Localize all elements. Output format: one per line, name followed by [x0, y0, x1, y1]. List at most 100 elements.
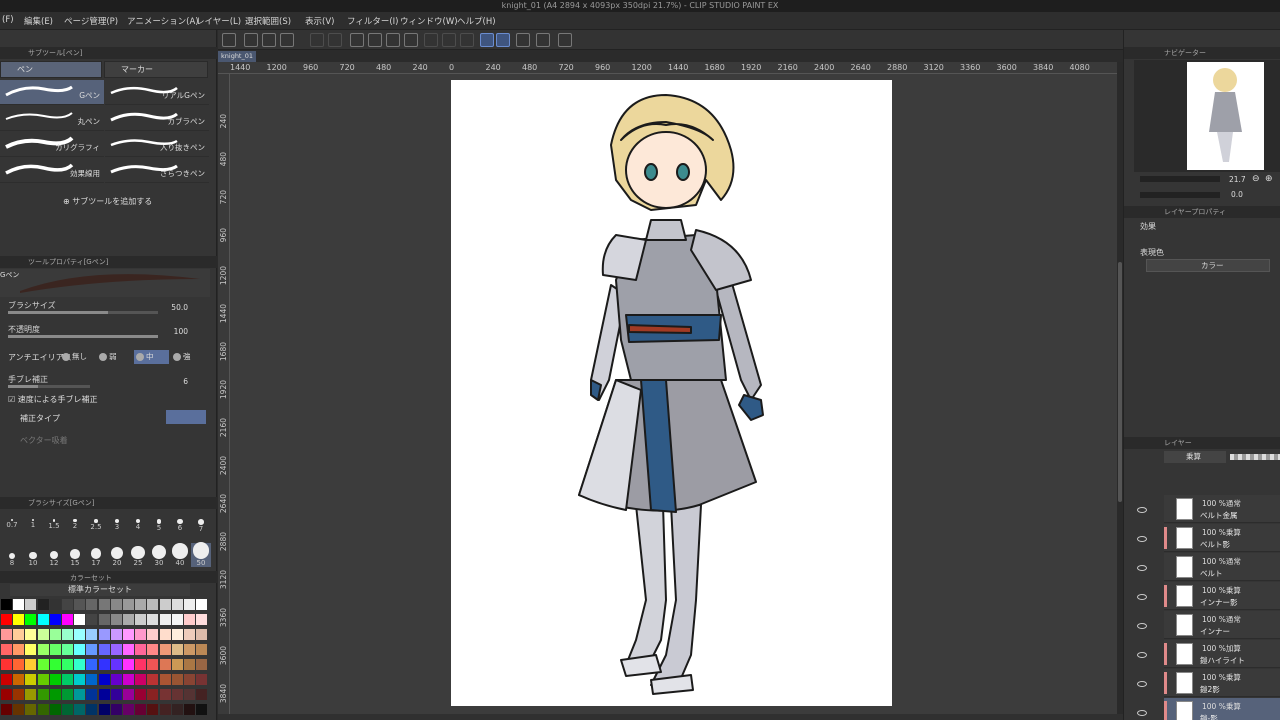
visibility-eye-icon[interactable] — [1137, 594, 1147, 600]
opacity-value[interactable]: 100 — [174, 327, 188, 336]
color-swatch[interactable] — [13, 644, 25, 655]
color-swatch[interactable] — [98, 599, 110, 610]
color-swatch[interactable] — [159, 599, 171, 610]
antialias-weak[interactable]: 弱 — [97, 350, 133, 364]
layer-row[interactable]: 100 %加算 鎧ハイライト — [1164, 640, 1280, 668]
visibility-eye-icon[interactable] — [1137, 565, 1147, 571]
color-swatch[interactable] — [74, 644, 86, 655]
speed-stabilization-checkbox[interactable]: ☑ 速度による手ブレ補正 — [8, 394, 97, 405]
color-swatch[interactable] — [147, 674, 159, 685]
color-swatch[interactable] — [196, 689, 208, 700]
color-swatch[interactable] — [171, 614, 183, 625]
color-swatch[interactable] — [25, 704, 37, 715]
color-swatch[interactable] — [123, 704, 134, 715]
color-swatch[interactable] — [184, 629, 195, 640]
vector-snap-label[interactable]: ベクター吸着 — [20, 435, 68, 446]
brush-size-preset[interactable]: 2.5 — [86, 515, 106, 531]
zoom-out-icon[interactable]: ⊖ — [1252, 174, 1260, 184]
color-swatch[interactable] — [171, 659, 183, 670]
assets-icon[interactable] — [558, 33, 572, 47]
color-swatch[interactable] — [98, 674, 110, 685]
save-icon[interactable] — [280, 33, 294, 47]
color-swatch[interactable] — [1, 599, 12, 610]
brush-size-preset[interactable]: 10 — [23, 543, 43, 567]
invert-selection-icon[interactable] — [442, 33, 456, 47]
color-swatch[interactable] — [171, 674, 183, 685]
undo-icon[interactable] — [310, 33, 324, 47]
color-swatch[interactable] — [98, 629, 110, 640]
color-swatch[interactable] — [147, 599, 159, 610]
color-swatch[interactable] — [62, 674, 73, 685]
menu-icon[interactable] — [222, 33, 236, 47]
tab-pen[interactable]: ペン — [0, 61, 102, 78]
opacity-row[interactable]: 不透明度 100 — [0, 324, 210, 346]
color-swatch[interactable] — [171, 644, 183, 655]
color-swatch[interactable] — [37, 689, 49, 700]
antialias-strong[interactable]: 強 — [171, 350, 207, 364]
color-swatch[interactable] — [25, 674, 37, 685]
color-swatch[interactable] — [74, 674, 86, 685]
color-swatch[interactable] — [49, 614, 61, 625]
color-swatch[interactable] — [13, 659, 25, 670]
color-swatch[interactable] — [86, 629, 98, 640]
expression-color-select[interactable]: カラー — [1146, 259, 1270, 272]
color-swatch[interactable] — [25, 644, 37, 655]
color-swatch[interactable] — [1, 629, 12, 640]
color-swatch[interactable] — [110, 599, 122, 610]
color-swatch[interactable] — [110, 659, 122, 670]
menu-animation[interactable]: アニメーション(A) — [127, 15, 199, 27]
loading-icon[interactable] — [350, 33, 364, 47]
tab-marker[interactable]: マーカー — [104, 61, 208, 78]
color-swatch[interactable] — [37, 599, 49, 610]
color-swatch[interactable] — [123, 659, 134, 670]
visibility-eye-icon[interactable] — [1137, 681, 1147, 687]
subtool-effect-line[interactable]: 効果線用 — [0, 158, 104, 183]
color-swatch[interactable] — [37, 659, 49, 670]
brush-size-preset[interactable]: 6 — [170, 515, 190, 532]
color-swatch[interactable] — [62, 614, 73, 625]
color-swatch[interactable] — [147, 629, 159, 640]
page-icon[interactable] — [536, 33, 550, 47]
color-swatch[interactable] — [37, 644, 49, 655]
redo-icon[interactable] — [328, 33, 342, 47]
brush-size-row[interactable]: ブラシサイズ 50.0 — [0, 300, 210, 322]
color-swatch[interactable] — [98, 659, 110, 670]
menu-file[interactable]: (F) — [2, 15, 14, 25]
color-swatch[interactable] — [147, 689, 159, 700]
color-swatch[interactable] — [159, 674, 171, 685]
antialias-medium[interactable]: 中 — [134, 350, 169, 364]
color-swatch[interactable] — [171, 689, 183, 700]
color-swatch[interactable] — [13, 689, 25, 700]
brush-size-preset[interactable]: 4 — [128, 515, 148, 531]
menu-layer[interactable]: レイヤー(L) — [196, 15, 241, 27]
navigator-view[interactable] — [1134, 60, 1280, 172]
brush-size-preset[interactable]: 1 — [23, 515, 43, 529]
open-file-icon[interactable] — [262, 33, 276, 47]
color-swatch[interactable] — [196, 644, 208, 655]
color-swatch[interactable] — [159, 659, 171, 670]
visibility-eye-icon[interactable] — [1137, 652, 1147, 658]
color-swatch[interactable] — [135, 704, 147, 715]
subtool-iri-nuki-pen[interactable]: 入り抜きペン — [105, 132, 209, 157]
color-swatch[interactable] — [135, 629, 147, 640]
subtool-g-pen[interactable]: Gペン — [0, 80, 104, 105]
color-swatch[interactable] — [135, 674, 147, 685]
color-swatch[interactable] — [49, 644, 61, 655]
brush-size-preset[interactable]: 17 — [86, 543, 106, 567]
layer-row[interactable]: 100 %乗算 ベルト影 — [1164, 524, 1280, 552]
color-swatch[interactable] — [74, 659, 86, 670]
color-swatch[interactable] — [159, 614, 171, 625]
color-swatch[interactable] — [98, 644, 110, 655]
color-swatch[interactable] — [74, 704, 86, 715]
color-swatch[interactable] — [13, 704, 25, 715]
color-swatch[interactable] — [147, 614, 159, 625]
color-set-select[interactable]: 標準カラーセット — [10, 584, 190, 596]
brush-size-preset[interactable]: 0.7 — [2, 515, 22, 529]
menu-selection[interactable]: 選択範囲(S) — [245, 15, 291, 27]
color-swatch[interactable] — [37, 674, 49, 685]
color-swatch[interactable] — [184, 644, 195, 655]
color-swatch[interactable] — [86, 644, 98, 655]
color-swatch[interactable] — [184, 659, 195, 670]
clear-icon[interactable] — [368, 33, 382, 47]
color-swatch[interactable] — [147, 704, 159, 715]
